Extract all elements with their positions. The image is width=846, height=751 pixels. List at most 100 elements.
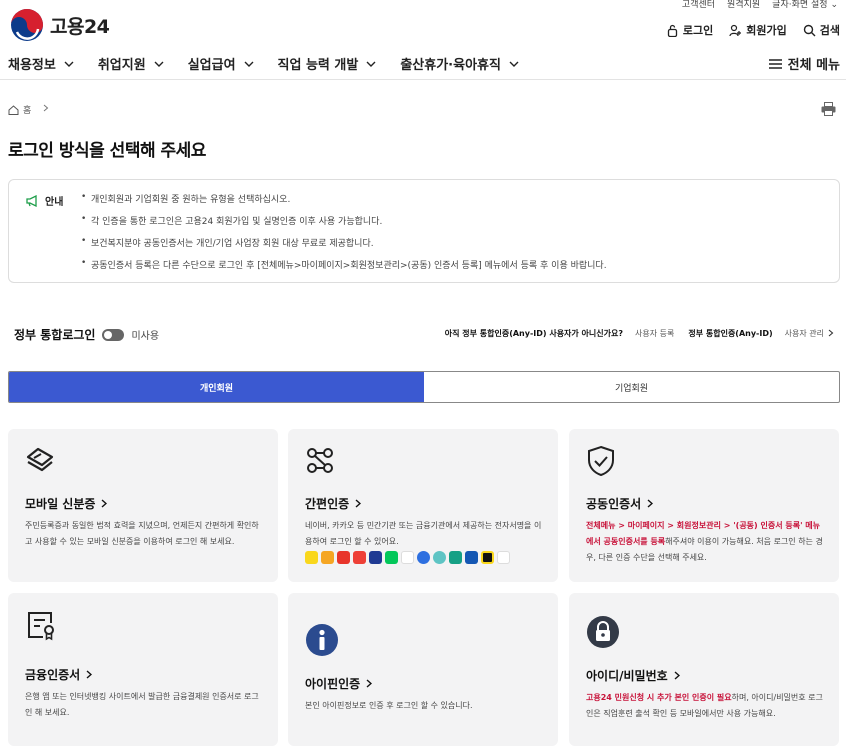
naver-icon — [385, 551, 398, 564]
chevron-right-icon — [355, 497, 362, 511]
chevron-right-icon — [647, 497, 654, 511]
card-title: 간편인증 — [305, 495, 362, 512]
info-icon — [306, 624, 338, 656]
card-description: 고용24 민원신청 시 추가 본인 인증이 필요하며, 아이디/비밀번호 로그인… — [586, 690, 825, 722]
signup-link[interactable]: 회원가입 — [729, 22, 787, 38]
card-id-password[interactable]: 아이디/비밀번호 고용24 민원신청 시 추가 본인 인증이 필요하며, 아이디… — [569, 593, 839, 746]
nav-item-unemployment-benefit[interactable]: 실업급여 — [188, 54, 254, 73]
utility-customer-center[interactable]: 고객센터 — [682, 0, 715, 10]
chevron-right-icon — [101, 497, 108, 511]
nav-item-label: 실업급여 — [187, 58, 236, 73]
card-description: 네이버, 카카오 등 민간기관 또는 금융기관에서 제공하는 전자서명을 이용하… — [305, 521, 542, 546]
tab-personal[interactable]: 개인회원 — [9, 372, 424, 402]
anyid-register-link[interactable]: 사용자 등록 — [635, 328, 674, 339]
gov-login-state: 미사용 — [131, 331, 160, 342]
card-title-text: 아이디/비밀번호 — [586, 669, 668, 683]
provider-icon — [497, 551, 510, 564]
notice-item: 보건복지분야 공동인증서는 개인/기업 사업장 회원 대상 무료로 제공합니다. — [81, 236, 607, 258]
notice-item: 개인회원과 기업회원 중 원하는 유형을 선택하십시오. — [81, 192, 607, 214]
share-nodes-icon — [307, 448, 333, 473]
chevron-down-icon — [509, 56, 519, 71]
card-description: 전체메뉴 > 마이페이지 > 회원정보관리 > '(공동) 인증서 등록' 메뉴… — [586, 518, 825, 566]
gov-integrated-login: 정부 통합로그인 미사용 — [14, 326, 159, 343]
nav-item-employment-support[interactable]: 취업지원 — [98, 54, 164, 73]
card-title: 금융인증서 — [25, 666, 93, 683]
login-link[interactable]: 로그인 — [666, 22, 713, 38]
chevron-down-icon — [154, 56, 164, 71]
provider-icon — [449, 551, 462, 564]
card-title-text: 아이핀인증 — [305, 677, 361, 691]
nav-item-label: 출산휴가·육아휴직 — [400, 58, 501, 73]
card-title: 모바일 신분증 — [25, 495, 108, 512]
notice-item: 공동인증서 등록은 다른 수단으로 로그인 후 [전체메뉴>마이페이지>회원정보… — [81, 258, 607, 280]
card-simple-auth[interactable]: 간편인증 네이버, 카카오 등 민간기관 또는 금융기관에서 제공하는 전자서명… — [288, 429, 558, 582]
notice-header: 안내 — [26, 193, 63, 208]
utility-display-settings[interactable]: 글자·화면 설정 ⌄ — [772, 0, 838, 10]
card-description: 본인 아이핀정보로 인증 후 로그인 할 수 있습니다. — [305, 701, 473, 710]
nav-item-label: 취업지원 — [97, 58, 146, 73]
provider-icon — [337, 551, 350, 564]
card-joint-certificate[interactable]: 공동인증서 전체메뉴 > 마이페이지 > 회원정보관리 > '(공동) 인증서 … — [569, 429, 839, 582]
provider-icon — [321, 551, 334, 564]
nav-item-jobs[interactable]: 채용정보 — [8, 54, 74, 73]
provider-icon — [465, 551, 478, 564]
chevron-right-icon — [86, 668, 93, 682]
home-icon[interactable] — [8, 104, 19, 115]
notice-label: 안내 — [45, 197, 64, 208]
header-divider — [0, 79, 846, 80]
user-plus-icon — [729, 24, 742, 36]
taegeuk-logo-icon — [11, 9, 43, 41]
lock-icon — [587, 616, 619, 648]
hamburger-icon — [768, 58, 782, 69]
provider-icon — [417, 551, 430, 564]
card-title: 아이핀인증 — [305, 675, 373, 692]
anyid-links: 아직 정부 통합인증(Any-ID) 사용자가 아니신가요? 사용자 등록 정부… — [445, 328, 834, 339]
notice-list: 개인회원과 기업회원 중 원하는 유형을 선택하십시오. 각 인증을 통한 로그… — [81, 192, 607, 280]
breadcrumb-home[interactable]: 홈 — [23, 103, 31, 116]
anyid-label: 정부 통합인증(Any-ID) — [688, 329, 773, 338]
card-title: 공동인증서 — [586, 495, 654, 512]
certificate-icon — [28, 612, 54, 641]
card-description-highlight: 고용24 민원신청 시 추가 본인 인증이 필요 — [586, 693, 732, 702]
provider-icon — [433, 551, 446, 564]
global-nav: 채용정보 취업지원 실업급여 직업 능력 개발 출산휴가·육아휴직 전체 메뉴 — [8, 54, 840, 73]
card-mobile-id[interactable]: 모바일 신분증 주민등록증과 동일한 법적 효력을 지녔으며, 언제든지 간편하… — [8, 429, 278, 582]
utility-bar: 고객센터 원격지원 글자·화면 설정 ⌄ — [682, 0, 838, 10]
lock-open-icon — [667, 24, 678, 37]
card-title-text: 금융인증서 — [25, 668, 81, 682]
kakao-icon — [305, 551, 318, 564]
nav-item-label: 직업 능력 개발 — [277, 58, 359, 73]
card-ipin[interactable]: 아이핀인증 본인 아이핀정보로 인증 후 로그인 할 수 있습니다. — [288, 593, 558, 746]
search-label: 검색 — [819, 24, 840, 37]
card-title-text: 간편인증 — [305, 497, 350, 511]
anyid-manage-link[interactable]: 사용자 관리 — [785, 328, 824, 339]
nav-item-parental-leave[interactable]: 출산휴가·육아휴직 — [400, 54, 519, 73]
megaphone-icon — [26, 194, 37, 207]
card-description: 주민등록증과 동일한 법적 효력을 지녔으며, 언제든지 간편하게 확인하고 사… — [25, 521, 259, 546]
card-title-text: 모바일 신분증 — [25, 497, 96, 511]
provider-icon — [401, 551, 414, 564]
all-menu-label: 전체 메뉴 — [787, 58, 840, 73]
breadcrumb: 홈 — [8, 103, 49, 116]
shield-check-icon — [588, 445, 614, 477]
card-description: 은행 앱 또는 인터넷뱅킹 사이트에서 발급한 금융결제원 인증서로 로그인 해… — [25, 692, 259, 717]
signup-label: 회원가입 — [746, 24, 787, 37]
chevron-right-icon — [828, 329, 834, 339]
login-label: 로그인 — [682, 24, 714, 37]
brand-logo[interactable]: 고용24 — [10, 8, 110, 42]
chevron-right-icon — [43, 104, 49, 115]
chevron-right-icon — [366, 677, 373, 691]
notice-item: 각 인증을 통한 로그인은 고용24 회원가입 및 실명인증 이후 사용 가능합… — [81, 214, 607, 236]
print-button[interactable] — [821, 101, 836, 120]
anyid-question: 아직 정부 통합인증(Any-ID) 사용자가 아니신가요? — [444, 329, 624, 338]
nav-item-job-skills[interactable]: 직업 능력 개발 — [278, 54, 377, 73]
tab-business[interactable]: 기업회원 — [424, 372, 839, 402]
page-title: 로그인 방식을 선택해 주세요 — [8, 141, 206, 161]
search-link[interactable]: 검색 — [803, 22, 840, 38]
all-menu-button[interactable]: 전체 메뉴 — [768, 54, 840, 73]
card-financial-certificate[interactable]: 금융인증서 은행 앱 또는 인터넷뱅킹 사이트에서 발급한 금융결제원 인증서로… — [8, 593, 278, 746]
brand-name: 고용24 — [50, 15, 110, 38]
gov-login-toggle[interactable] — [102, 328, 125, 341]
display-settings-label: 글자·화면 설정 — [772, 0, 828, 10]
utility-remote-support[interactable]: 원격지원 — [727, 0, 760, 10]
